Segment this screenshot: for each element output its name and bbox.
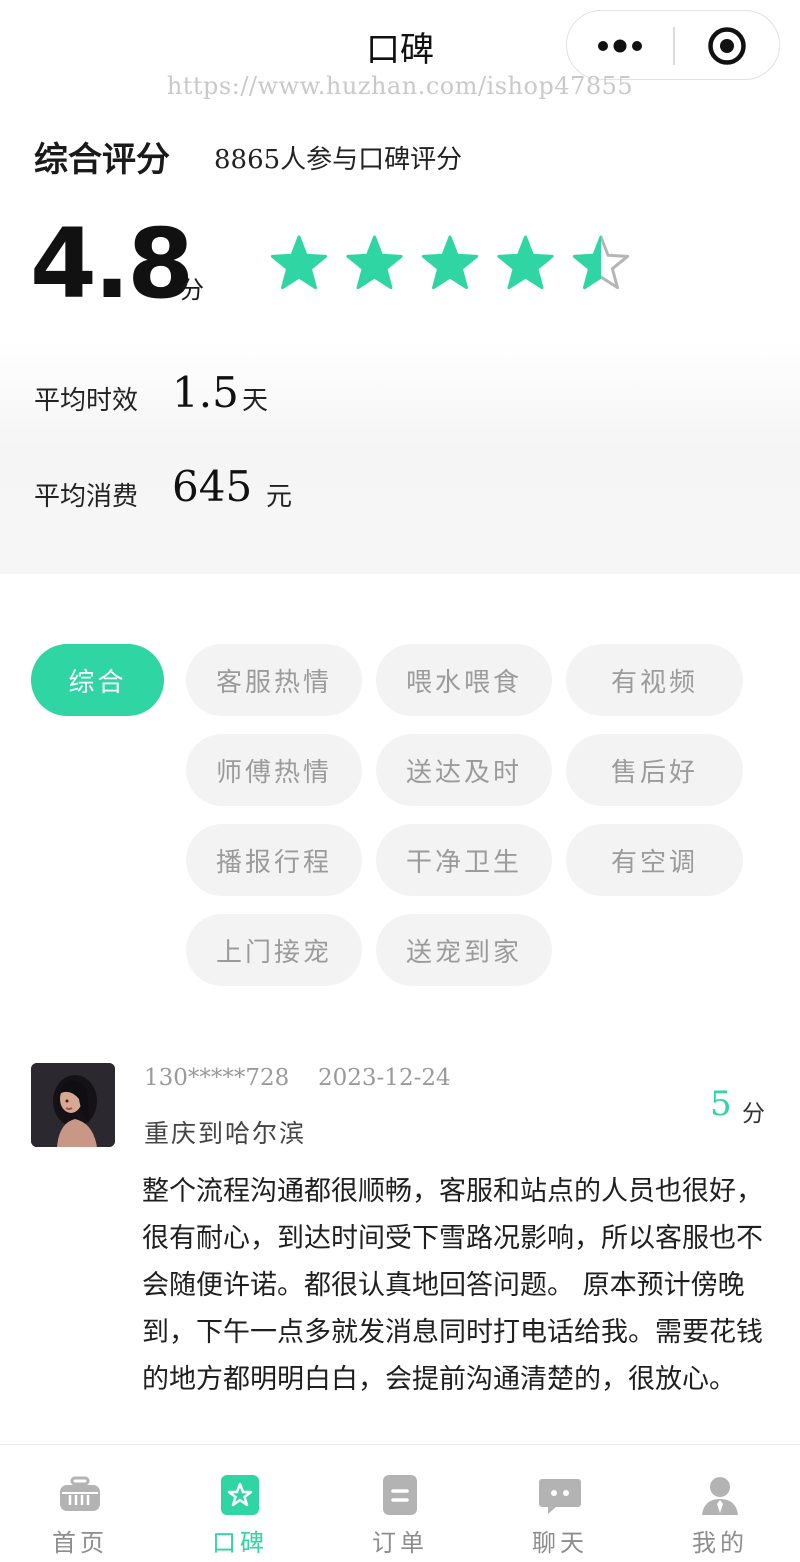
avg-cost-unit: 元 — [266, 482, 293, 512]
avg-time-label: 平均时效 — [34, 386, 139, 416]
order-icon — [383, 1475, 417, 1515]
star-full-icon — [346, 235, 403, 290]
tab-chat[interactable]: 聊天 — [480, 1445, 640, 1562]
star-full-icon — [421, 235, 479, 290]
review-score-unit: 分 — [742, 1101, 765, 1127]
avatar-portrait-icon — [31, 1063, 115, 1147]
more-icon[interactable] — [597, 35, 643, 57]
tag-filter[interactable]: 售后好 — [566, 734, 743, 806]
tag-filter[interactable]: 客服热情 — [186, 644, 362, 716]
star-rating — [270, 235, 630, 290]
avg-cost-value: 645 — [172, 462, 253, 511]
tab-me[interactable]: 我的 — [640, 1445, 800, 1562]
mini-program-capsule — [566, 10, 780, 80]
tab-home[interactable]: 首页 — [0, 1445, 160, 1562]
review-text: 整个流程沟通都很顺畅，客服和站点的人员也很好，很有耐心，到达时间受下雪路况影响，… — [142, 1176, 763, 1395]
tag-filter[interactable]: 干净卫生 — [376, 824, 552, 896]
user-icon — [702, 1477, 738, 1515]
avatar — [31, 1063, 115, 1147]
nav-bar: 口碑 https://www.huzhan.com/ishop47855 — [0, 0, 800, 110]
summary-title: 综合评分 — [34, 140, 170, 180]
tab-label: 我的 — [692, 1529, 748, 1557]
tab-orders[interactable]: 订单 — [320, 1445, 480, 1562]
tab-label: 订单 — [372, 1529, 428, 1557]
overall-score: 4.8 — [30, 208, 194, 320]
tab-label: 首页 — [52, 1529, 108, 1557]
tab-label: 口碑 — [212, 1529, 268, 1557]
participant-count: 8865人参与口碑评分 — [214, 145, 463, 175]
tab-label: 聊天 — [532, 1529, 588, 1557]
tab-reputation[interactable]: 口碑 — [160, 1445, 320, 1562]
bottom-tab-bar: 首页 口碑 订单 聊天 我的 — [0, 1444, 800, 1562]
tag-filter[interactable]: 综合 — [31, 644, 164, 716]
close-miniprogram-icon[interactable] — [707, 26, 747, 66]
tag-filter[interactable]: 有空调 — [566, 824, 743, 896]
reviewer-id: 130*****728 — [144, 1065, 290, 1091]
review-route: 重庆到哈尔滨 — [144, 1119, 307, 1148]
avg-cost-label: 平均消费 — [34, 482, 139, 512]
review-score: 5 — [710, 1084, 732, 1124]
star-badge-icon — [221, 1475, 259, 1515]
tag-filter[interactable]: 有视频 — [566, 644, 743, 716]
score-unit: 分 — [180, 276, 204, 304]
tag-filter[interactable]: 上门接宠 — [186, 914, 362, 986]
capsule-divider — [673, 27, 675, 65]
tag-filter[interactable]: 喂水喂食 — [376, 644, 552, 716]
tag-filter[interactable]: 送宠到家 — [376, 914, 552, 986]
review-date: 2023-12-24 — [318, 1065, 451, 1091]
tag-filter[interactable]: 播报行程 — [186, 824, 362, 896]
tag-filter[interactable]: 送达及时 — [376, 734, 552, 806]
carrier-icon — [60, 1476, 100, 1511]
avg-time-unit: 天 — [242, 386, 269, 416]
star-full-icon — [497, 235, 554, 290]
chat-icon — [539, 1479, 581, 1514]
star-full-icon — [270, 235, 328, 290]
watermark-text: https://www.huzhan.com/ishop47855 — [166, 72, 634, 100]
avg-time-value: 1.5 — [172, 368, 239, 417]
tag-filter[interactable]: 师傅热情 — [186, 734, 362, 806]
stats-panel: 平均时效 1.5 天 平均消费 645 元 — [0, 340, 800, 574]
